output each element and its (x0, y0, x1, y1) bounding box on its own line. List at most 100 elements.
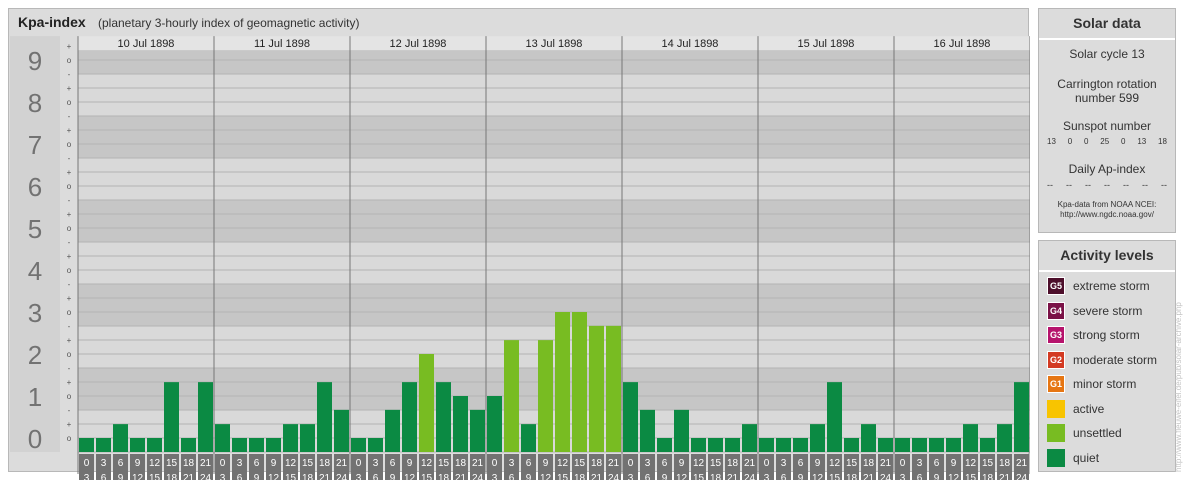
kp-bar (181, 438, 196, 452)
interval-start-label: 3 (645, 458, 651, 469)
source-link[interactable]: http://www.ngdc.noaa.gov/ (1039, 210, 1175, 220)
interval-start-label: 0 (492, 458, 498, 469)
sunspot-value: 0 (1121, 137, 1126, 146)
interval-start-label: 21 (472, 458, 484, 469)
interval-end-label: 15 (421, 473, 433, 480)
interval-start-label: 12 (829, 458, 841, 469)
interval-end-label: 21 (319, 473, 331, 480)
kp-bar (436, 382, 451, 452)
day-label: 13 Jul 1898 (526, 38, 583, 50)
interval-start-label: 3 (509, 458, 515, 469)
y-minor-label: + (67, 378, 72, 387)
interval-start-label: 9 (815, 458, 821, 469)
interval-start-label: 12 (149, 458, 161, 469)
kp-bar (198, 382, 213, 452)
y-minor-label: - (68, 112, 71, 121)
interval-start-label: 15 (302, 458, 314, 469)
interval-end-label: 6 (781, 473, 787, 480)
y-minor-label: o (67, 98, 72, 107)
interval-end-label: 18 (846, 473, 858, 480)
activity-levels-list: G5 extreme storm G4 severe storm G3 strong st… (1039, 272, 1175, 470)
kp-bar (487, 396, 502, 452)
interval-end-label: 9 (118, 473, 124, 480)
y-minor-label: - (68, 238, 71, 247)
kp-bar (470, 409, 485, 452)
solar-data-title: Solar data (1039, 9, 1175, 40)
y-minor-label: o (67, 308, 72, 317)
interval-start-label: 18 (591, 458, 603, 469)
kp-bar (878, 438, 893, 452)
y-minor-label: + (67, 126, 72, 135)
ap-value: -- (1047, 180, 1053, 190)
interval-start-label: 12 (557, 458, 569, 469)
solar-cycle: Solar cycle 13 (1069, 47, 1145, 61)
interval-end-label: 12 (404, 473, 416, 480)
kp-bar (895, 438, 910, 452)
kp-band-7 (10, 116, 1030, 158)
kp-bar (793, 438, 808, 452)
ap-label: Daily Ap-index (1068, 162, 1146, 176)
interval-end-label: 6 (645, 473, 651, 480)
interval-start-label: 0 (84, 458, 90, 469)
sunspot-value: 13 (1047, 137, 1056, 146)
interval-start-label: 3 (781, 458, 787, 469)
kp-bar (96, 438, 111, 452)
interval-end-label: 21 (591, 473, 603, 480)
interval-start-label: 21 (200, 458, 212, 469)
interval-end-label: 3 (356, 473, 362, 480)
interval-end-label: 9 (526, 473, 532, 480)
interval-end-label: 9 (662, 473, 668, 480)
kp-band-5 (10, 200, 1030, 242)
interval-start-label: 21 (608, 458, 620, 469)
kp-bar (215, 424, 230, 452)
interval-end-label: 12 (540, 473, 552, 480)
interval-start-label: 21 (744, 458, 756, 469)
kp-bar (283, 424, 298, 452)
kp-bar (300, 424, 315, 452)
kp-bar (555, 312, 570, 452)
ap-value: -- (1123, 180, 1129, 190)
kp-bar (623, 382, 638, 452)
level-label: active (1073, 401, 1105, 416)
interval-end-label: 18 (438, 473, 450, 480)
interval-end-label: 18 (302, 473, 314, 480)
interval-end-label: 3 (628, 473, 634, 480)
level-swatch (1047, 424, 1065, 443)
kp-bar (1014, 382, 1029, 452)
y-tick-label: 2 (28, 340, 42, 370)
kp-bar (317, 382, 332, 452)
kp-bar (810, 424, 825, 452)
sunspot-label: Sunspot number (1062, 119, 1152, 133)
interval-end-label: 6 (917, 473, 923, 480)
sunspot-values: 13 0 0 25 0 13 18 (1039, 137, 1175, 146)
ap-value: -- (1104, 180, 1110, 190)
day-label: 10 Jul 1898 (118, 38, 175, 50)
interval-start-label: 18 (999, 458, 1011, 469)
kp-bar (402, 382, 417, 452)
interval-start-label: 9 (679, 458, 685, 469)
interval-start-label: 18 (319, 458, 331, 469)
ap-value: -- (1066, 180, 1072, 190)
interval-start-label: 21 (1016, 458, 1028, 469)
kp-bar (164, 382, 179, 452)
interval-start-label: 12 (285, 458, 297, 469)
kp-bar (266, 438, 281, 452)
kp-bar (980, 438, 995, 452)
kp-bar (130, 438, 145, 452)
interval-start-label: 6 (934, 458, 940, 469)
interval-start-label: 18 (727, 458, 739, 469)
level-label: moderate storm (1073, 352, 1158, 367)
interval-start-label: 3 (373, 458, 379, 469)
interval-start-label: 21 (336, 458, 348, 469)
interval-start-label: 12 (693, 458, 705, 469)
interval-end-label: 12 (812, 473, 824, 480)
y-minor-label: + (67, 84, 72, 93)
kp-bar (79, 438, 94, 452)
interval-start-label: 9 (271, 458, 277, 469)
activity-level-strong-storm: G3 strong storm (1039, 323, 1175, 348)
y-minor-label: o (67, 392, 72, 401)
kp-bar (827, 382, 842, 452)
interval-end-label: 24 (336, 473, 348, 480)
interval-end-label: 3 (492, 473, 498, 480)
interval-end-label: 6 (509, 473, 515, 480)
